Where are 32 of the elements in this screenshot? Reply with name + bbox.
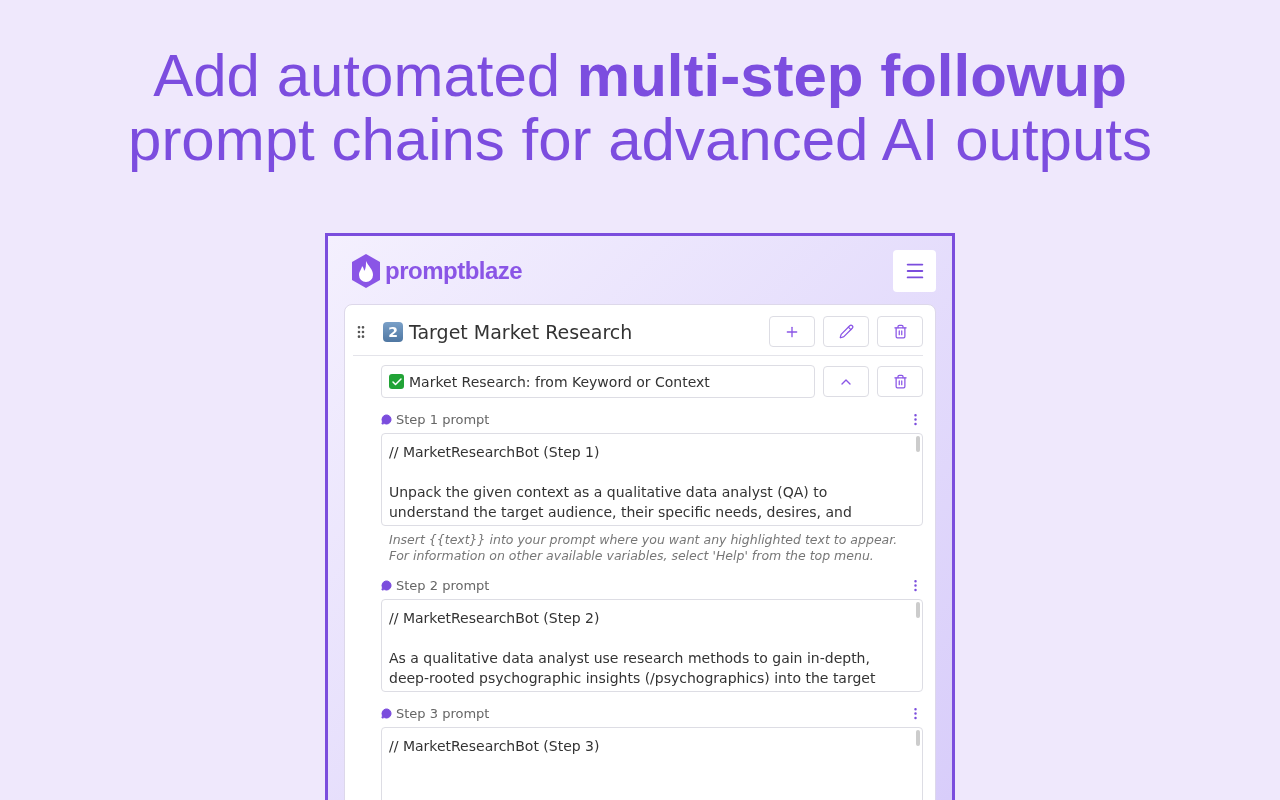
number-badge: 2: [383, 321, 403, 342]
folder-title: Target Market Research: [409, 320, 634, 343]
delete-button[interactable]: [877, 316, 923, 347]
prompt-text: Unpack the given context as a qualitative data analyst (QA) to understand the target audience, their specific needs, desires, and: [389, 483, 853, 522]
delete-button[interactable]: [877, 366, 923, 397]
flame-logo-icon: [350, 253, 382, 289]
hint-text: Insert {{text}} into your prompt where you want any highlighted text to appear. For information on other available variables, select 'Help' from the top menu.: [388, 531, 899, 564]
prompt-text-line: // MarketResearchBot (Step 1): [389, 443, 601, 462]
headline: Add automated multi-step followup: [153, 44, 1127, 108]
step-label: Step 1 prompt: [396, 412, 491, 427]
headline: prompt chains for advanced AI outputs: [128, 108, 1152, 172]
speech-bubble-icon: [381, 708, 392, 719]
prompt-text: As a qualitative data analyst use research methods to gain in-depth, deep-rooted psychographic insights (/psychographics) into the target: [389, 649, 877, 688]
add-button[interactable]: [769, 316, 815, 347]
edit-button[interactable]: [823, 316, 869, 347]
speech-bubble-icon: [381, 580, 392, 591]
menu-button[interactable]: [893, 250, 936, 292]
step-label: Step 2 prompt: [396, 578, 491, 593]
prompt-text-area[interactable]: // MarketResearchBot (Step 3): [381, 727, 923, 800]
pencil-icon: [838, 324, 854, 339]
logo-text: promptblaze: [385, 257, 523, 285]
prompt-text-line: // MarketResearchBot (Step 2): [389, 609, 601, 628]
prompt-text-area[interactable]: // MarketResearchBot (Step 2) As a qualitative data analyst use research methods to gain in-depth, deep-rooted psychographic insights (/psychographics) into the target: [381, 599, 923, 692]
prompt-title-field[interactable]: Market Research: from Keyword or Context: [381, 365, 815, 398]
speech-bubble-icon: [381, 414, 392, 425]
prompt-text-line: // MarketResearchBot (Step 3): [389, 737, 601, 756]
prompt-title: Market Research: from Keyword or Context: [409, 373, 710, 390]
step-label: Step 3 prompt: [396, 706, 491, 721]
trash-icon: [892, 374, 908, 389]
trash-icon: [892, 324, 908, 339]
prompt-text-area[interactable]: // MarketResearchBot (Step 1) Unpack the given context as a qualitative data analyst (QA) to understand the target audience, their specific needs, desires, and: [381, 433, 923, 526]
checkbox[interactable]: [389, 374, 404, 389]
